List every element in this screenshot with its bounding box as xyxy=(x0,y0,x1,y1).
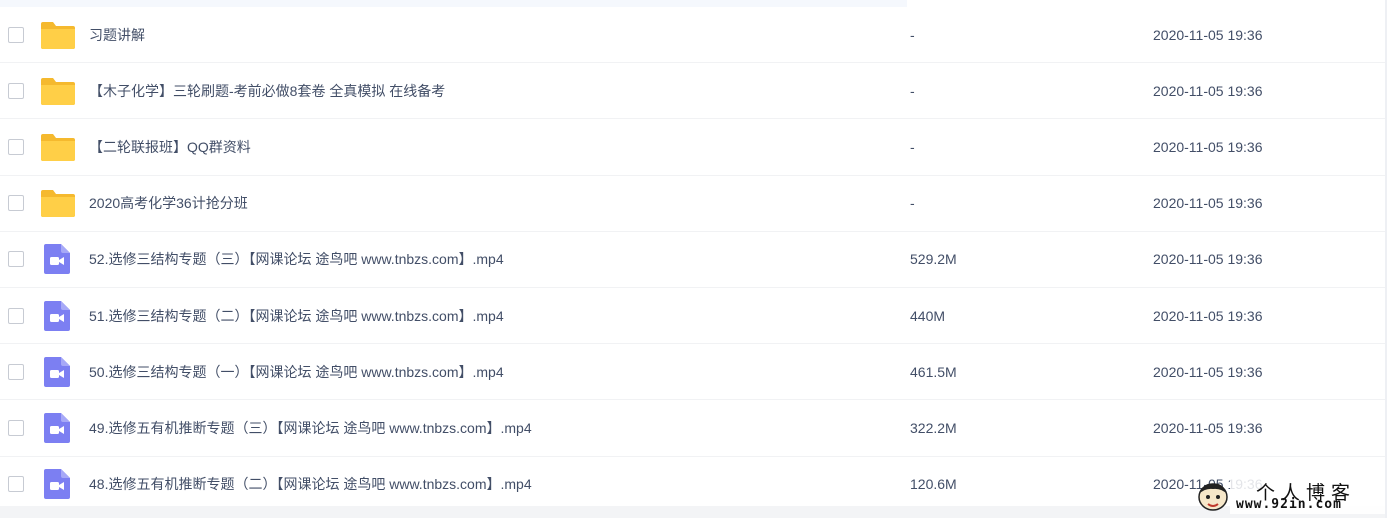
cartoon-face-icon xyxy=(1196,480,1230,514)
file-date: 2020-11-05 19:36 xyxy=(1153,307,1263,324)
video-file-icon xyxy=(40,469,76,500)
folder-icon xyxy=(40,20,76,50)
horizontal-scrollbar[interactable] xyxy=(0,506,1385,518)
row-checkbox[interactable] xyxy=(8,138,24,155)
video-file-icon xyxy=(40,244,76,275)
file-name[interactable]: 51.选修三结构专题（二）【网课论坛 途鸟吧 www.tnbzs.com】.mp… xyxy=(89,306,504,326)
file-date: 2020-11-05 19:36 xyxy=(1153,195,1263,212)
file-name[interactable]: 49.选修五有机推断专题（三）【网课论坛 途鸟吧 www.tnbzs.com】.… xyxy=(89,418,532,438)
file-size: - xyxy=(910,195,915,212)
folder-icon xyxy=(40,188,76,218)
file-name[interactable]: 习题讲解 xyxy=(89,25,145,45)
table-row[interactable]: 2020高考化学36计抢分班 - 2020-11-05 19:36 xyxy=(0,176,1385,232)
row-checkbox[interactable] xyxy=(8,476,24,493)
watermark: 个人博客 www.92in.com xyxy=(1190,470,1385,516)
top-strip xyxy=(0,0,907,7)
table-row[interactable]: 【木子化学】三轮刷题-考前必做8套卷 全真模拟 在线备考 - 2020-11-0… xyxy=(0,63,1385,120)
table-row[interactable]: 【二轮联报班】QQ群资料 - 2020-11-05 19:36 xyxy=(0,119,1385,176)
row-checkbox[interactable] xyxy=(8,307,24,324)
file-size: 529.2M xyxy=(910,251,957,268)
file-name[interactable]: 【二轮联报班】QQ群资料 xyxy=(89,137,251,157)
table-row[interactable]: 50.选修三结构专题（一）【网课论坛 途鸟吧 www.tnbzs.com】.mp… xyxy=(0,344,1385,401)
folder-icon xyxy=(40,132,76,162)
watermark-url: www.92in.com xyxy=(1236,497,1342,512)
video-file-icon xyxy=(40,412,76,443)
row-checkbox[interactable] xyxy=(8,82,24,99)
table-row[interactable]: 49.选修五有机推断专题（三）【网课论坛 途鸟吧 www.tnbzs.com】.… xyxy=(0,400,1385,457)
file-date: 2020-11-05 19:36 xyxy=(1153,251,1263,268)
row-checkbox[interactable] xyxy=(8,251,24,268)
file-size: - xyxy=(910,26,915,43)
row-checkbox[interactable] xyxy=(8,195,24,212)
file-size: - xyxy=(910,138,915,155)
file-date: 2020-11-05 19:36 xyxy=(1153,26,1263,43)
file-name[interactable]: 48.选修五有机推断专题（二）【网课论坛 途鸟吧 www.tnbzs.com】.… xyxy=(89,474,532,494)
file-name[interactable]: 【木子化学】三轮刷题-考前必做8套卷 全真模拟 在线备考 xyxy=(89,81,445,101)
folder-icon xyxy=(40,76,76,106)
table-row[interactable]: 48.选修五有机推断专题（二）【网课论坛 途鸟吧 www.tnbzs.com】.… xyxy=(0,457,1385,513)
video-file-icon xyxy=(40,300,76,331)
file-date: 2020-11-05 19:36 xyxy=(1153,363,1263,380)
row-checkbox[interactable] xyxy=(8,419,24,436)
row-checkbox[interactable] xyxy=(8,363,24,380)
file-list: 习题讲解 - 2020-11-05 19:36 【木子化学】三轮刷题-考前必做8… xyxy=(0,7,1385,513)
file-name[interactable]: 50.选修三结构专题（一）【网课论坛 途鸟吧 www.tnbzs.com】.mp… xyxy=(89,362,504,382)
file-size: 120.6M xyxy=(910,476,957,493)
video-file-icon xyxy=(40,356,76,387)
table-row[interactable]: 52.选修三结构专题（三）【网课论坛 途鸟吧 www.tnbzs.com】.mp… xyxy=(0,232,1385,288)
file-name[interactable]: 2020高考化学36计抢分班 xyxy=(89,193,248,213)
table-row[interactable]: 习题讲解 - 2020-11-05 19:36 xyxy=(0,7,1385,64)
file-date: 2020-11-05 19:36 xyxy=(1153,82,1263,99)
table-row[interactable]: 51.选修三结构专题（二）【网课论坛 途鸟吧 www.tnbzs.com】.mp… xyxy=(0,288,1385,345)
file-date: 2020-11-05 19:36 xyxy=(1153,419,1263,436)
file-date: 2020-11-05 19:36 xyxy=(1153,138,1263,155)
file-size: - xyxy=(910,82,915,99)
file-name[interactable]: 52.选修三结构专题（三）【网课论坛 途鸟吧 www.tnbzs.com】.mp… xyxy=(89,249,504,269)
row-checkbox[interactable] xyxy=(8,26,24,43)
file-size: 322.2M xyxy=(910,419,957,436)
file-size: 461.5M xyxy=(910,363,957,380)
file-size: 440M xyxy=(910,307,946,324)
